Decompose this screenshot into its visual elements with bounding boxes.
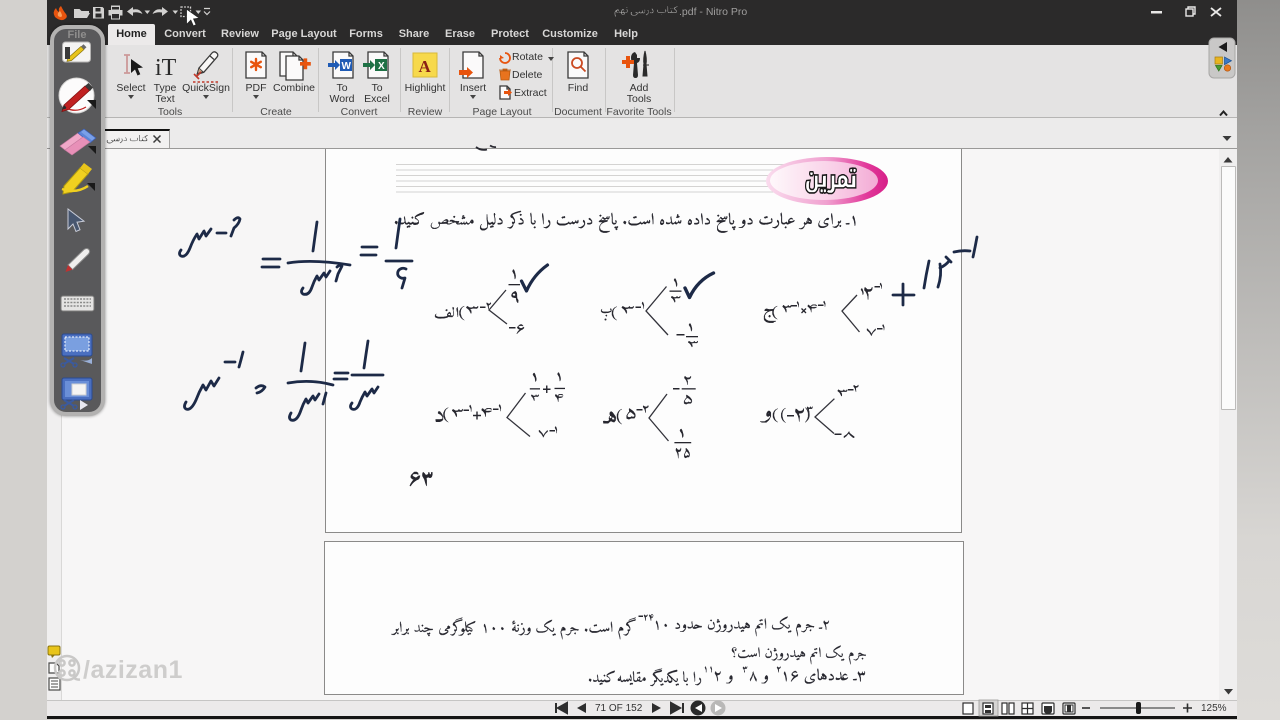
svg-text:W: W [342, 61, 352, 72]
svg-text:.pdf - Nitro Pro: .pdf - Nitro Pro [679, 6, 747, 18]
svg-text:A: A [419, 57, 432, 76]
svg-text:X: X [378, 61, 385, 72]
svg-text:iT: iT [155, 55, 177, 81]
